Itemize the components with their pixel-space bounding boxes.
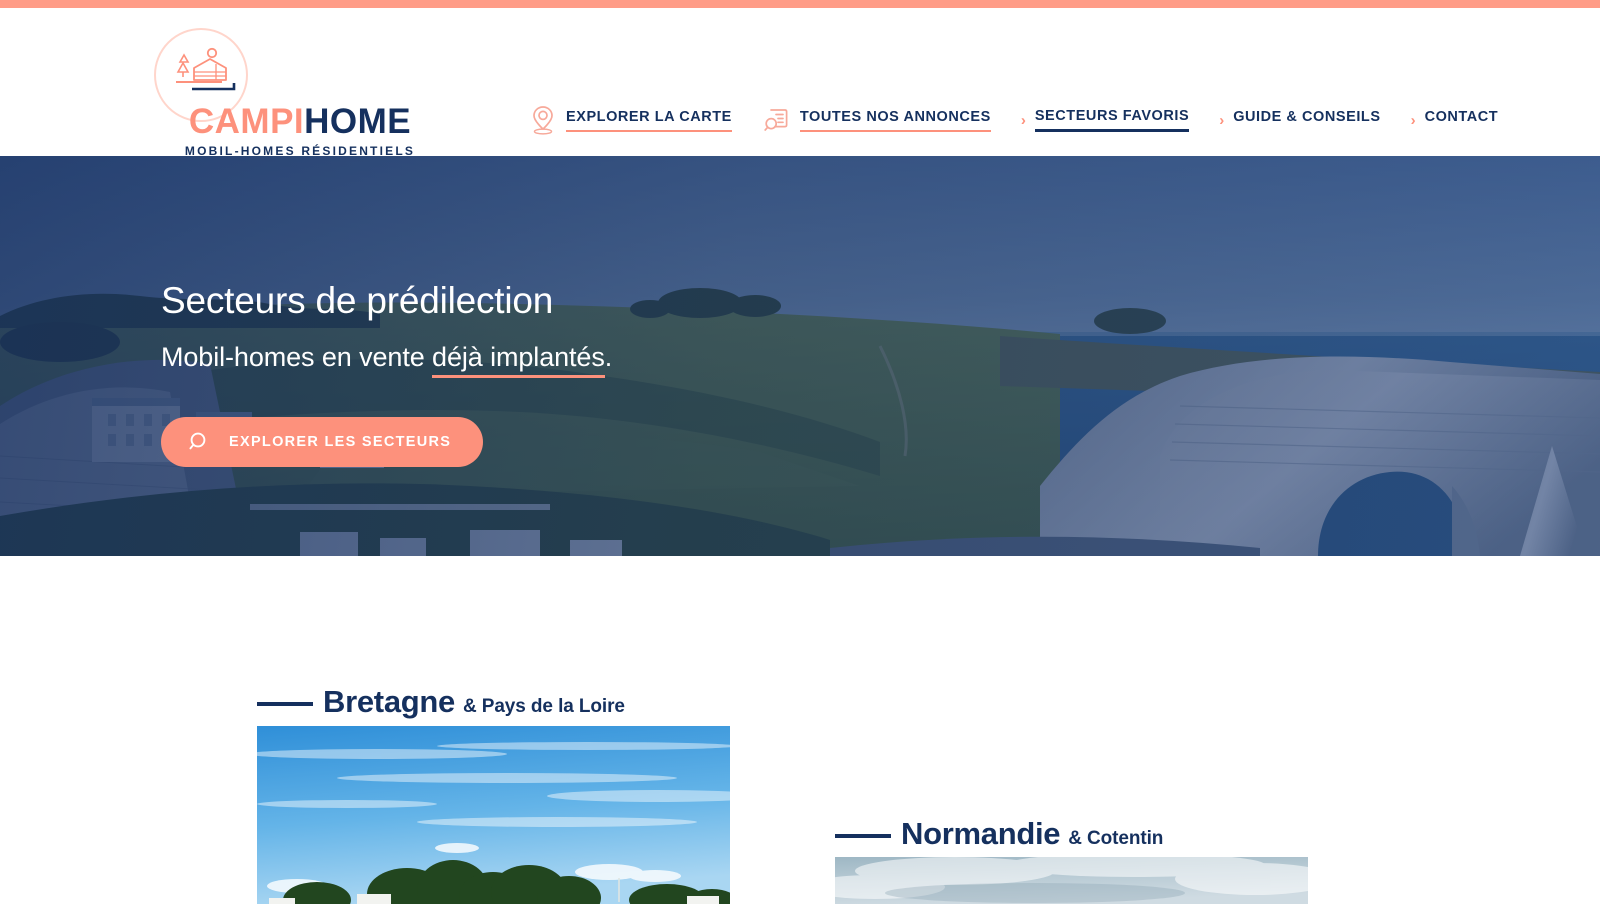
section-image-normandie[interactable]: [835, 857, 1308, 904]
hero-subtitle: Mobil-homes en vente déjà implantés.: [161, 341, 613, 378]
nav-label-guide-conseils: GUIDE & CONSEILS: [1233, 108, 1381, 125]
logo-wordmark-home: HOME: [304, 102, 412, 141]
hero-banner: Secteurs de prédilection Mobil-homes en …: [0, 156, 1600, 556]
listing-search-icon: [762, 106, 790, 134]
nav-item-toutes-nos-annonces[interactable]: TOUTES NOS ANNONCES: [762, 106, 991, 134]
nav-label-explorer-la-carte: EXPLORER LA CARTE: [566, 109, 732, 132]
section-title-bretagne: Bretagne: [323, 684, 455, 719]
nav-item-contact[interactable]: › CONTACT: [1411, 109, 1499, 132]
site-header: CAMPIHOME MOBIL-HOMES RÉSIDENTIELS EXPLO…: [0, 8, 1600, 158]
section-heading-bretagne: Bretagne & Pays de la Loire: [257, 684, 625, 720]
hero-subtitle-highlight: déjà implantés: [432, 341, 605, 378]
cabin-logo-icon: [172, 44, 242, 105]
nav-label-secteurs-favoris: SECTEURS FAVORIS: [1034, 108, 1190, 132]
hero-subtitle-suffix: .: [604, 341, 613, 372]
main-navigation: EXPLORER LA CARTE TOUTES NOS ANNONCES › …: [530, 96, 1498, 144]
nav-item-explorer-la-carte[interactable]: EXPLORER LA CARTE: [530, 104, 732, 136]
section-image-bretagne[interactable]: [257, 726, 730, 904]
nav-label-toutes-nos-annonces: TOUTES NOS ANNONCES: [799, 109, 991, 132]
secteurs-sections: Bretagne & Pays de la Loire Normandie & …: [0, 556, 1600, 904]
section-subtitle-bretagne: & Pays de la Loire: [462, 696, 625, 717]
section-normandie: Normandie & Cotentin: [835, 816, 1163, 852]
section-heading-normandie: Normandie & Cotentin: [835, 816, 1163, 852]
map-pin-icon: [530, 104, 556, 136]
site-logo[interactable]: CAMPIHOME MOBIL-HOMES RÉSIDENTIELS: [150, 22, 450, 158]
chevron-right-icon: ›: [1219, 111, 1225, 129]
nav-item-guide-conseils[interactable]: › GUIDE & CONSEILS: [1219, 109, 1380, 132]
nav-item-secteurs-favoris[interactable]: › SECTEURS FAVORIS: [1020, 108, 1190, 132]
hero-title: Secteurs de prédilection: [161, 280, 554, 321]
logo-wordmark-campi: CAMPI: [188, 102, 305, 141]
section-bretagne: Bretagne & Pays de la Loire: [257, 684, 625, 720]
section-subtitle-normandie: & Cotentin: [1068, 828, 1164, 849]
chevron-right-icon: ›: [1410, 111, 1416, 129]
section-title-normandie: Normandie: [901, 816, 1061, 851]
explorer-les-secteurs-label: EXPLORER LES SECTEURS: [229, 434, 452, 451]
logo-wordmark: CAMPIHOME: [150, 104, 450, 139]
chevron-right-icon: ›: [1020, 111, 1026, 129]
nav-label-contact: CONTACT: [1424, 108, 1499, 125]
top-accent-strip: [0, 0, 1600, 8]
heading-dash-decoration: [835, 834, 891, 838]
hero-subtitle-prefix: Mobil-homes en vente: [161, 341, 433, 372]
explorer-les-secteurs-button[interactable]: EXPLORER LES SECTEURS: [161, 417, 484, 468]
hero-content: Secteurs de prédilection Mobil-homes en …: [161, 280, 613, 468]
search-icon: [187, 430, 211, 454]
heading-dash-decoration: [257, 702, 313, 706]
